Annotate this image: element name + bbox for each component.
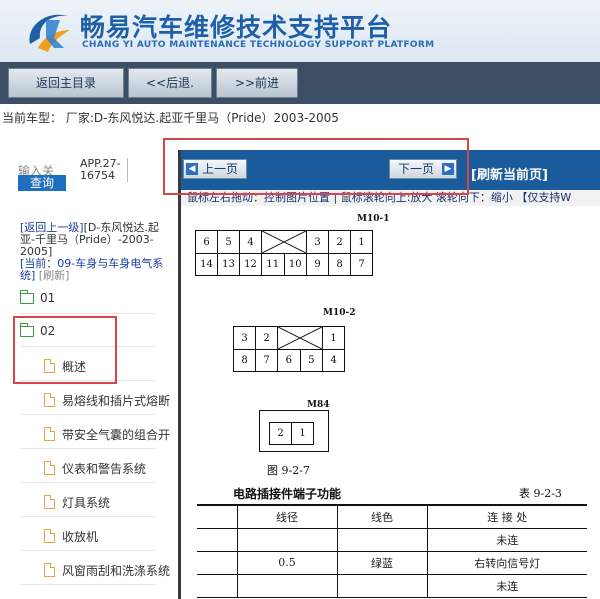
home-button[interactable]: 返回主目录	[8, 68, 124, 98]
tree-item[interactable]: 带安全气囊的组合开	[0, 419, 178, 449]
tree-item[interactable]: 仪表和警告系统	[0, 453, 178, 483]
breadcrumb: [返回上一级][D-东风悦达.起亚-千里马（Pride）-2003-2005] …	[20, 222, 170, 282]
connector-key-icon	[278, 327, 322, 349]
pin-cell: 3	[306, 230, 329, 254]
pin-cell: 8	[328, 253, 351, 276]
connector-m10-1: 6 5 4 3 2 1 14 13 12 11 10 9 8 7	[195, 230, 373, 276]
key-cell	[261, 230, 307, 254]
tree-item-label: 灯具系统	[62, 496, 111, 510]
pin-cell: 8	[233, 349, 256, 372]
key-cell	[277, 326, 323, 350]
table-header: 线径	[236, 504, 337, 529]
crumb-refresh-link[interactable]: [刷新]	[39, 269, 70, 282]
cy-logo-icon	[29, 14, 70, 52]
table-row: 未连	[197, 528, 587, 552]
table-number: 表 9-2-3	[519, 487, 562, 500]
connector-key-icon	[262, 231, 306, 253]
pin-cell: 4	[239, 230, 262, 254]
pin-cell: 12	[239, 253, 262, 276]
current-model: 当前车型： 厂家:D-东风悦达.起亚千里马（Pride）2003-2005	[2, 111, 339, 125]
refresh-page-link[interactable]: [刷新当前页]	[471, 164, 548, 183]
back-button[interactable]: <<后退.	[128, 68, 212, 98]
pin-cell: 14	[195, 253, 218, 276]
table-row: 0.5 绿蓝 右转向信号灯	[197, 551, 587, 575]
main-toolbar: 返回主目录 <<后退. >>前进	[0, 62, 600, 104]
table-header: 连 接 处	[426, 504, 587, 529]
document-icon	[44, 461, 55, 475]
folder-icon	[20, 290, 34, 304]
figure-caption: 图 9-2-7	[267, 464, 310, 477]
pin-cell: 11	[261, 253, 285, 276]
connector-m84: 2 1	[269, 422, 314, 445]
pin-cell: 6	[195, 230, 218, 254]
scanned-page[interactable]: M10-1 6 5 4 3 2 1 14 13 12 11 10 9 8 7 M…	[181, 208, 600, 599]
page-viewer: ◀ 上一页 下一页 ▶ [刷新当前页] 鼠标左右拖动：控制图片位置 | 鼠标滚轮…	[178, 150, 600, 599]
tree-item-label: 易熔线和插片式熔断	[62, 394, 171, 408]
pin-cell: 4	[322, 349, 345, 372]
pin-cell: 1	[350, 230, 373, 254]
pin-cell: 2	[255, 326, 278, 350]
connector-label: M84	[307, 400, 330, 410]
table-row: 未连	[197, 574, 587, 598]
pin-cell: 2	[328, 230, 351, 254]
pin-cell: 1	[291, 422, 314, 445]
terminal-table: 线径 线色 连 接 处 未连 0.5 绿蓝 右转向信号灯 未连	[197, 504, 587, 598]
pin-cell: 6	[277, 349, 301, 372]
table-header: 线色	[336, 504, 427, 529]
document-icon	[44, 427, 55, 441]
pin-cell: 3	[233, 326, 256, 350]
search-area: 输入关 查询	[18, 162, 68, 192]
highlight-box	[13, 316, 117, 384]
brand-title: 畅易汽车维修技术支持平台	[80, 13, 393, 42]
search-button[interactable]: 查询	[18, 175, 66, 191]
site-header: 畅易汽车维修技术支持平台 CHANG YI AUTO MAINTENANCE T…	[0, 0, 600, 62]
pin-cell: 2	[269, 422, 292, 445]
pin-cell: 7	[350, 253, 373, 276]
pin-cell: 5	[217, 230, 240, 254]
document-icon	[44, 529, 55, 543]
pin-cell: 5	[299, 349, 323, 372]
pin-cell: 13	[217, 253, 240, 276]
tree-item-label: 仪表和警告系统	[62, 462, 147, 476]
tree-item[interactable]: 灯具系统	[0, 487, 178, 517]
crumb-current-suffix: ]	[31, 269, 36, 282]
highlight-box	[163, 138, 469, 195]
connector-label: M10-2	[323, 308, 356, 318]
table-title: 电路插接件端子功能	[233, 487, 342, 501]
pin-cell: 1	[322, 326, 345, 350]
app-code: APP.27-16754	[80, 158, 128, 182]
brand-subtitle: CHANG YI AUTO MAINTENANCE TECHNOLOGY SUP…	[82, 40, 435, 50]
connector-label: M10-1	[357, 214, 390, 224]
tree-item[interactable]: 01	[0, 284, 178, 314]
tree-item[interactable]: 易熔线和插片式熔断	[0, 385, 178, 415]
pin-cell: 9	[306, 253, 329, 276]
tree-item-label: 风窗雨刮和洗涤系统	[62, 564, 171, 578]
table-header	[197, 504, 237, 529]
tree-item-label: 01	[40, 291, 56, 305]
tree-item-label: 收放机	[62, 530, 99, 544]
tree-item-label: 带安全气囊的组合开	[62, 428, 171, 442]
connector-m10-2: 3 2 1 8 7 6 5 4	[233, 326, 345, 372]
document-icon	[44, 495, 55, 509]
document-icon	[44, 393, 55, 407]
tree-item[interactable]: 收放机	[0, 521, 178, 551]
forward-button[interactable]: >>前进	[216, 68, 298, 98]
tree-item[interactable]: 风窗雨刮和洗涤系统	[0, 555, 178, 585]
pin-cell: 10	[283, 253, 307, 276]
document-icon	[44, 563, 55, 577]
pin-cell: 7	[255, 349, 278, 372]
